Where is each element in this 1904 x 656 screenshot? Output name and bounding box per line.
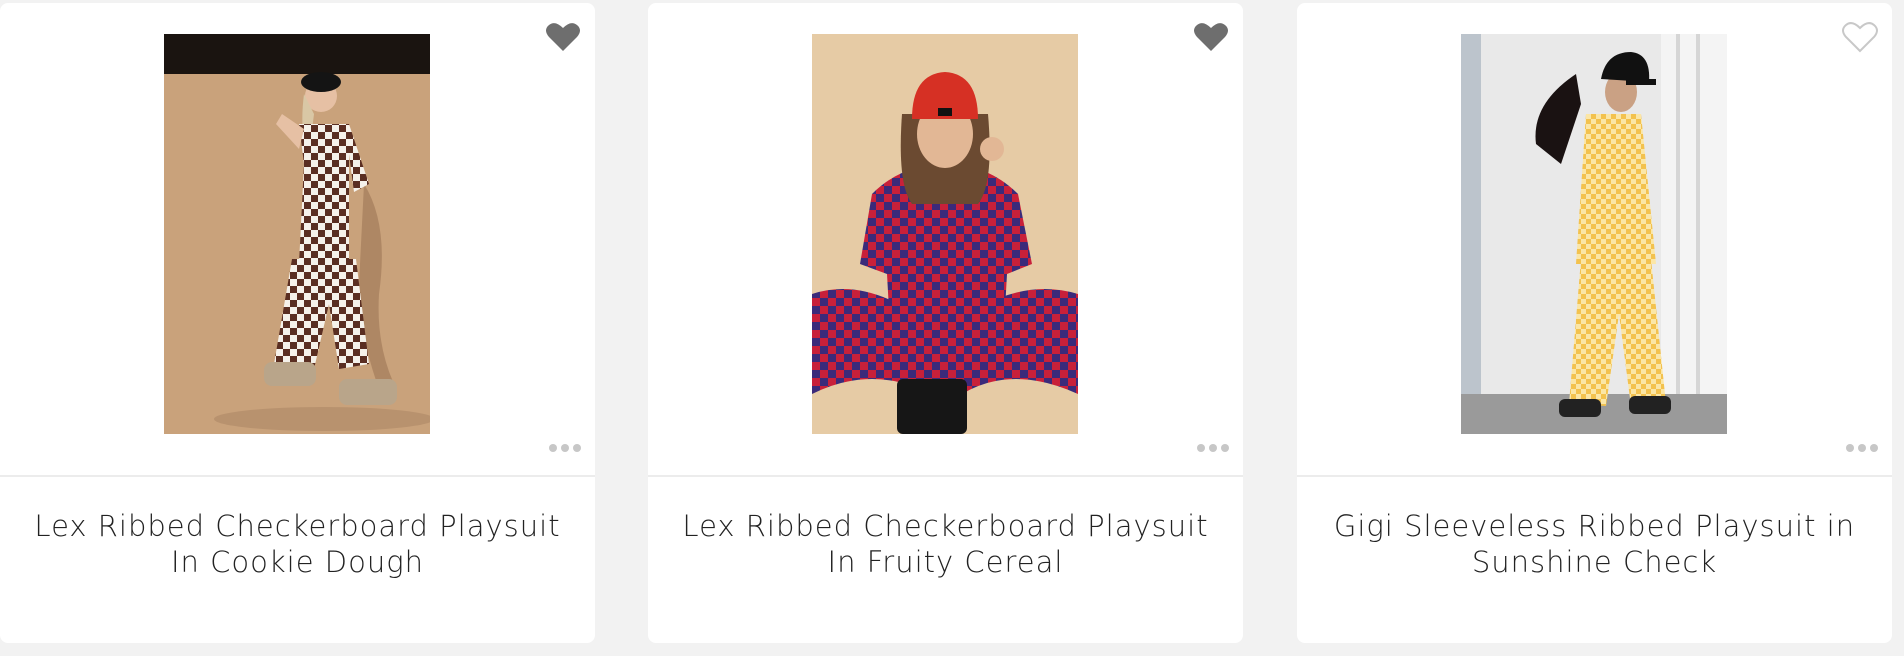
product-photo-brown-checkerboard bbox=[164, 34, 430, 434]
favorite-button[interactable] bbox=[1193, 21, 1229, 53]
product-image[interactable] bbox=[1461, 34, 1727, 434]
more-options-icon-dot bbox=[549, 444, 557, 452]
more-options-icon-dot bbox=[1846, 444, 1854, 452]
product-photo-red-purple-checkerboard bbox=[812, 34, 1078, 434]
product-card[interactable]: Lex Ribbed Checkerboard Playsuit In Cook… bbox=[0, 3, 595, 643]
product-image[interactable] bbox=[812, 34, 1078, 434]
heart-icon bbox=[546, 23, 580, 51]
heart-icon bbox=[1842, 22, 1878, 53]
product-media[interactable] bbox=[1297, 3, 1892, 477]
product-title[interactable]: Lex Ribbed Checkerboard Playsuit In Frui… bbox=[678, 508, 1213, 580]
more-options-button[interactable] bbox=[547, 441, 581, 455]
heart-icon bbox=[1194, 23, 1228, 51]
product-media[interactable] bbox=[648, 3, 1243, 477]
more-options-icon-dot bbox=[1870, 444, 1878, 452]
product-title[interactable]: Lex Ribbed Checkerboard Playsuit In Cook… bbox=[30, 508, 565, 580]
favorite-button[interactable] bbox=[1842, 21, 1878, 53]
product-image[interactable] bbox=[164, 34, 430, 434]
more-options-icon-dot bbox=[1197, 444, 1205, 452]
more-options-button[interactable] bbox=[1844, 441, 1878, 455]
product-card[interactable]: Lex Ribbed Checkerboard Playsuit In Frui… bbox=[648, 3, 1243, 643]
more-options-icon-dot bbox=[573, 444, 581, 452]
product-grid: Lex Ribbed Checkerboard Playsuit In Cook… bbox=[0, 0, 1904, 656]
product-card[interactable]: Gigi Sleeveless Ribbed Playsuit in Sunsh… bbox=[1297, 3, 1892, 643]
more-options-button[interactable] bbox=[1195, 441, 1229, 455]
more-options-icon-dot bbox=[1858, 444, 1866, 452]
favorite-button[interactable] bbox=[545, 21, 581, 53]
product-photo-yellow-check bbox=[1461, 34, 1727, 434]
more-options-icon-dot bbox=[561, 444, 569, 452]
product-title[interactable]: Gigi Sleeveless Ribbed Playsuit in Sunsh… bbox=[1327, 508, 1862, 580]
product-media[interactable] bbox=[0, 3, 595, 477]
more-options-icon-dot bbox=[1221, 444, 1229, 452]
more-options-icon-dot bbox=[1209, 444, 1217, 452]
